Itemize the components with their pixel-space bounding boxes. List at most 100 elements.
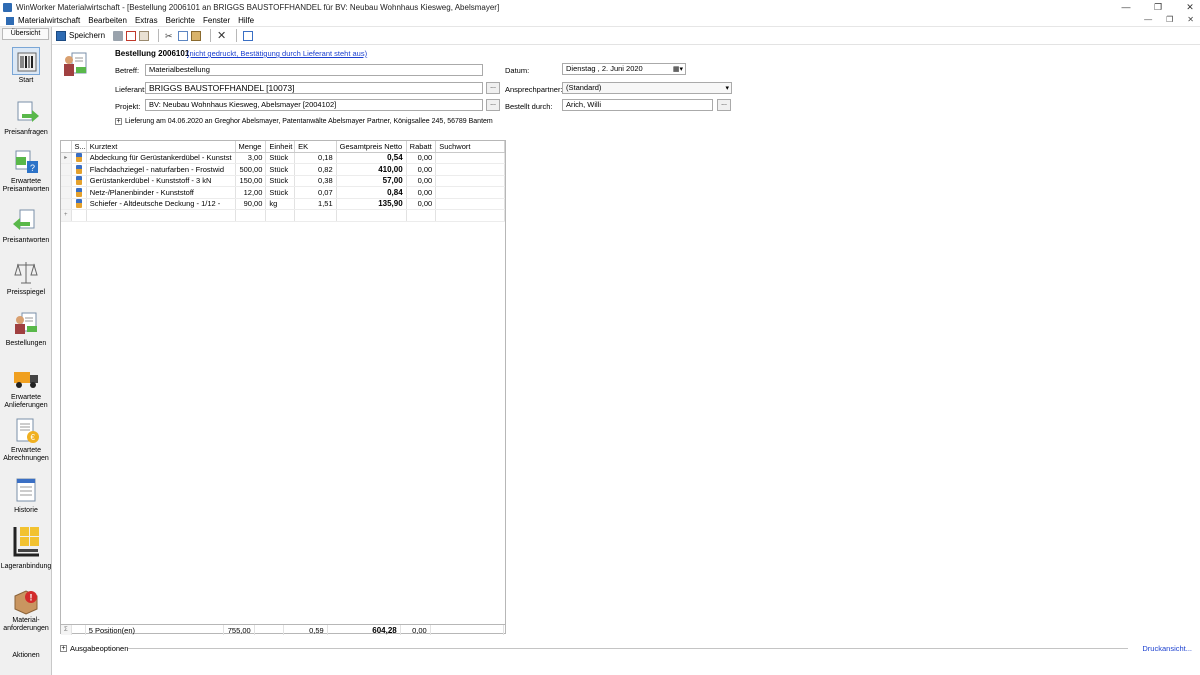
menge-cell[interactable]: 3,00 bbox=[235, 152, 267, 164]
expand-icon[interactable]: + bbox=[60, 645, 67, 652]
druckansicht-link[interactable]: Druckansicht... bbox=[1142, 644, 1192, 653]
table-row[interactable]: Schiefer - Altdeutsche Deckung - 1/12 - … bbox=[61, 198, 505, 210]
ek-cell[interactable]: 0,07 bbox=[294, 186, 337, 199]
sidebar-item-lageranbindung[interactable]: Lageranbindung bbox=[0, 525, 52, 571]
sidebar-footer-aktionen[interactable]: Aktionen bbox=[2, 652, 50, 659]
suchwort-cell[interactable] bbox=[435, 163, 505, 176]
sidebar-item-preisspiegel[interactable]: Preisspiegel bbox=[0, 259, 52, 297]
new-row[interactable]: + bbox=[61, 209, 505, 222]
menu-berichte[interactable]: Berichte bbox=[166, 16, 195, 25]
empty-cell[interactable] bbox=[71, 209, 87, 222]
row-selector[interactable] bbox=[61, 186, 72, 199]
bestellt-durch-field[interactable]: Arich, Willi bbox=[562, 99, 713, 111]
menu-bearbeiten[interactable]: Bearbeiten bbox=[88, 16, 127, 25]
suchwort-cell[interactable] bbox=[435, 175, 505, 187]
order-status-link[interactable]: (nicht gedruckt, Bestätigung durch Liefe… bbox=[187, 49, 367, 58]
empty-cell[interactable] bbox=[406, 209, 437, 222]
ek-cell[interactable]: 0,18 bbox=[294, 152, 337, 164]
menu-fenster[interactable]: Fenster bbox=[203, 16, 230, 25]
einheit-cell[interactable]: Stück bbox=[265, 175, 296, 187]
empty-cell[interactable] bbox=[265, 209, 296, 222]
empty-cell[interactable] bbox=[294, 209, 337, 222]
ausgabeoptionen-toggle[interactable]: + Ausgabeoptionen bbox=[60, 644, 128, 653]
sidebar-item-preisanfragen[interactable]: Preisanfragen bbox=[0, 99, 52, 137]
rabatt-cell[interactable]: 0,00 bbox=[406, 163, 437, 176]
close-icon[interactable]: ✕ bbox=[1184, 1, 1196, 13]
expand-icon[interactable]: + bbox=[115, 118, 122, 125]
table-row[interactable]: ▸ Abdeckung für Gerüstankerdübel - Kunst… bbox=[61, 152, 505, 164]
sidebar-item-erwartete-preisantworten[interactable]: ? Erwartete Preisantworten bbox=[0, 148, 52, 194]
ek-cell[interactable]: 1,51 bbox=[294, 198, 337, 210]
delivery-info[interactable]: + Lieferung am 04.06.2020 an Greghor Abe… bbox=[115, 118, 493, 125]
new-row-plus-icon[interactable]: + bbox=[61, 209, 72, 222]
column-header-suchwort[interactable]: Suchwort bbox=[435, 141, 505, 153]
menge-cell[interactable]: 12,00 bbox=[235, 186, 267, 199]
ansprechpartner-select[interactable]: (Standard) ▾ bbox=[562, 82, 732, 94]
mdi-close-icon[interactable]: ✕ bbox=[1187, 15, 1194, 24]
column-header-einheit[interactable]: Einheit bbox=[265, 141, 296, 153]
cut-icon[interactable]: ✂ bbox=[165, 31, 175, 41]
bestellt-durch-browse-button[interactable]: ... bbox=[717, 99, 731, 111]
column-header-gesamtpreis[interactable]: Gesamtpreis Netto bbox=[336, 141, 407, 153]
kurztext-cell[interactable]: Gerüstankerdübel - Kunststoff - 3 kN bbox=[86, 175, 236, 187]
save-button[interactable]: Speichern bbox=[56, 29, 105, 43]
column-header-ek[interactable]: EK bbox=[294, 141, 337, 153]
projekt-field[interactable]: BV: Neubau Wohnhaus Kiesweg, Abelsmayer … bbox=[145, 99, 483, 111]
rabatt-cell[interactable]: 0,00 bbox=[406, 152, 437, 164]
row-selector[interactable] bbox=[61, 175, 72, 187]
sidebar-item-materialanforderungen[interactable]: ! Material-anforderungen bbox=[0, 587, 52, 633]
mdi-minimize-icon[interactable]: — bbox=[1144, 15, 1152, 24]
row-selector-arrow-icon[interactable]: ▸ bbox=[61, 152, 72, 164]
rabatt-cell[interactable]: 0,00 bbox=[406, 175, 437, 187]
export-icon[interactable] bbox=[243, 30, 254, 41]
suchwort-cell[interactable] bbox=[435, 152, 505, 164]
kurztext-cell[interactable]: Netz-/Planenbinder - Kunststoff bbox=[86, 186, 236, 199]
ek-cell[interactable]: 0,82 bbox=[294, 163, 337, 176]
rabatt-cell[interactable]: 0,00 bbox=[406, 198, 437, 210]
projekt-browse-button[interactable]: ... bbox=[486, 99, 500, 111]
empty-cell[interactable] bbox=[435, 209, 505, 222]
column-header-kurztext[interactable]: Kurztext bbox=[86, 141, 236, 153]
minimize-icon[interactable]: — bbox=[1120, 1, 1132, 13]
row-selector[interactable] bbox=[61, 163, 72, 176]
column-header-status[interactable]: S... bbox=[71, 141, 87, 153]
datum-picker[interactable]: Dienstag , 2. Juni 2020 ▦▾ bbox=[562, 63, 686, 75]
mdi-restore-icon[interactable]: ❐ bbox=[1166, 15, 1173, 24]
sidebar-header[interactable]: Übersicht bbox=[2, 28, 49, 40]
menu-materialwirtschaft[interactable]: Materialwirtschaft bbox=[18, 16, 80, 25]
sidebar-item-historie[interactable]: Historie bbox=[0, 477, 52, 515]
sidebar-item-bestellungen[interactable]: Bestellungen bbox=[0, 310, 52, 348]
delete-icon[interactable]: ✕ bbox=[217, 30, 227, 41]
copy-icon[interactable] bbox=[178, 30, 189, 41]
lieferant-browse-button[interactable]: ... bbox=[486, 82, 500, 94]
sidebar-item-erwartete-anlieferungen[interactable]: Erwartete Anlieferungen bbox=[0, 364, 52, 410]
maximize-icon[interactable]: ❐ bbox=[1152, 1, 1164, 13]
row-selector[interactable] bbox=[61, 198, 72, 210]
einheit-cell[interactable]: Stück bbox=[265, 186, 296, 199]
kurztext-cell[interactable]: Abdeckung für Gerüstankerdübel - Kunstst bbox=[86, 152, 236, 164]
empty-cell[interactable] bbox=[86, 209, 236, 222]
suchwort-cell[interactable] bbox=[435, 198, 505, 210]
ek-cell[interactable]: 0,38 bbox=[294, 175, 337, 187]
empty-cell[interactable] bbox=[336, 209, 407, 222]
kurztext-cell[interactable]: Flachdachziegel - naturfarben - Frostwid bbox=[86, 163, 236, 176]
mdi-window-icon[interactable] bbox=[6, 16, 14, 25]
menu-extras[interactable]: Extras bbox=[135, 16, 158, 25]
einheit-cell[interactable]: Stück bbox=[265, 152, 296, 164]
betreff-field[interactable]: Materialbestellung bbox=[145, 64, 483, 76]
menge-cell[interactable]: 500,00 bbox=[235, 163, 267, 176]
mail-icon[interactable] bbox=[139, 30, 150, 41]
rabatt-cell[interactable]: 0,00 bbox=[406, 186, 437, 199]
menge-cell[interactable]: 90,00 bbox=[235, 198, 267, 210]
table-row[interactable]: Flachdachziegel - naturfarben - Frostwid… bbox=[61, 163, 505, 176]
kurztext-cell[interactable]: Schiefer - Altdeutsche Deckung - 1/12 - bbox=[86, 198, 236, 210]
table-row[interactable]: Gerüstankerdübel - Kunststoff - 3 kN 150… bbox=[61, 175, 505, 187]
suchwort-cell[interactable] bbox=[435, 186, 505, 199]
empty-cell[interactable] bbox=[235, 209, 267, 222]
print-icon[interactable] bbox=[113, 30, 124, 41]
column-header-rabatt[interactable]: Rabatt bbox=[406, 141, 437, 153]
sidebar-item-preisantworten[interactable]: Preisantworten bbox=[0, 207, 52, 245]
lieferant-field[interactable]: BRIGGS BAUSTOFFHANDEL [10073] bbox=[145, 82, 483, 94]
table-row[interactable]: Netz-/Planenbinder - Kunststoff 12,00 St… bbox=[61, 186, 505, 199]
einheit-cell[interactable]: Stück bbox=[265, 163, 296, 176]
